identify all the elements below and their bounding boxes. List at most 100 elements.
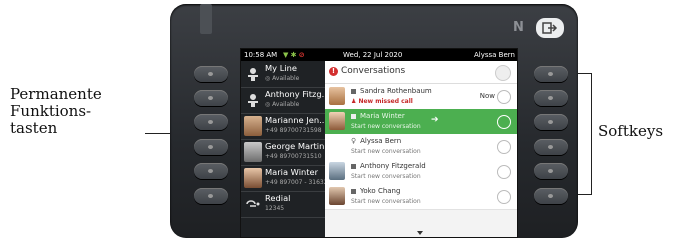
speed-dial-maria[interactable]: Maria Winter +49 897007 - 31632 — [241, 165, 328, 192]
contact-icon — [351, 163, 356, 169]
function-key-4[interactable] — [194, 139, 228, 155]
speed-dial-name: Marianne Jen.. — [265, 115, 325, 125]
phone-display: 10:58 AM ▼ ✱ ⊘ Wed, 22 Jul 2020 Alyssa B… — [240, 48, 518, 238]
function-key-3[interactable] — [194, 114, 228, 130]
brand-logo-icon: N — [513, 20, 524, 35]
speed-dial-name: George Martin — [265, 141, 325, 151]
bracket-right-vertical — [591, 73, 592, 194]
status-user: Alyssa Bern — [474, 51, 515, 59]
function-key-labels: My Line ◎ Available Anthony Fitzg.. ◎ Av… — [241, 61, 328, 237]
contact-icon — [351, 88, 356, 94]
conversation-row-alyssa[interactable]: ♀ Alyssa Bern Start new conversation — [325, 134, 517, 160]
conversations-title: Conversations — [341, 66, 406, 76]
softkey-3[interactable] — [534, 114, 568, 130]
alert-icon: ! — [329, 67, 338, 76]
missed-call-text: New missed call — [358, 98, 413, 105]
conversation-name-text: Maria Winter — [360, 112, 405, 120]
conversation-sub: Start new conversation — [351, 148, 421, 155]
callout-softkeys: Softkeys — [598, 122, 664, 140]
bracket-right-bottom — [578, 194, 592, 195]
conversations-header: ! Conversations — [325, 61, 517, 84]
softkey-4[interactable] — [534, 139, 568, 155]
conversation-name: Sandra Rothenbaum — [351, 87, 432, 95]
line-key-name: My Line — [265, 63, 297, 73]
presence-text: Available — [272, 75, 300, 82]
logout-button[interactable] — [536, 18, 564, 38]
speed-dial-number: +49 897007 - 31632 — [265, 179, 328, 186]
callout-line-1: Permanente — [10, 85, 102, 103]
exit-arrow-icon — [542, 22, 558, 34]
softkey-5[interactable] — [534, 163, 568, 179]
line-key-status: ◎ Available — [265, 101, 300, 108]
avatar — [329, 87, 345, 105]
status-bar: 10:58 AM ▼ ✱ ⊘ Wed, 22 Jul 2020 Alyssa B… — [241, 49, 517, 61]
line-key-status: ◎ Available — [265, 75, 300, 82]
conversation-row-anthony[interactable]: Anthony Fitzgerald Start new conversatio… — [325, 159, 517, 185]
bracket-right-top — [578, 73, 592, 74]
conversation-sub: Start new conversation — [351, 198, 421, 205]
softkey-2[interactable] — [534, 90, 568, 106]
redial-icon — [246, 200, 260, 207]
call-button[interactable] — [497, 140, 511, 154]
conversation-name-text: Alyssa Bern — [360, 137, 402, 145]
callout-line-2: Funktions- — [10, 102, 92, 120]
call-button[interactable] — [497, 90, 511, 104]
conversation-row-yoko[interactable]: Yoko Chang Start new conversation — [325, 184, 517, 210]
speed-dial-name: Maria Winter — [265, 167, 319, 177]
conversation-sub: Start new conversation — [351, 123, 421, 130]
speed-dial-number: +49 89700731510 — [265, 153, 322, 160]
line-icon — [248, 68, 258, 81]
contact-icon — [351, 113, 356, 119]
redial-label: Redial — [265, 193, 291, 203]
phone-top-stripe — [200, 4, 212, 34]
avatar — [244, 168, 262, 188]
conversations-pane: ! Conversations Sandra Rothenbaum ♟ New … — [325, 61, 517, 237]
arrow-right-icon: ➔ — [431, 115, 439, 125]
avatar — [244, 142, 262, 162]
bracket-left-pointer — [145, 133, 170, 134]
conversation-name: Anthony Fitzgerald — [351, 162, 426, 170]
line-key-my-line[interactable]: My Line ◎ Available — [241, 61, 325, 88]
callout-line-3: tasten — [10, 119, 58, 137]
function-key-2[interactable] — [194, 90, 228, 106]
avatar — [329, 112, 345, 130]
call-button[interactable] — [497, 165, 511, 179]
line-key-anthony[interactable]: Anthony Fitzg.. ◎ Available — [241, 87, 327, 114]
conversation-row-maria[interactable]: Maria Winter Start new conversation ➔ — [325, 109, 517, 135]
softkey-6[interactable] — [534, 188, 568, 204]
redial-key[interactable]: Redial 12345 — [241, 191, 325, 218]
conversation-name: Maria Winter — [351, 112, 405, 120]
callout-permanent-function-keys: Permanente Funktions- tasten — [10, 86, 170, 137]
conversation-name-text: Yoko Chang — [360, 187, 401, 195]
conversation-name: Yoko Chang — [351, 187, 400, 195]
contact-icon — [351, 188, 356, 194]
speed-dial-george[interactable]: George Martin +49 89700731510 — [241, 139, 325, 166]
status-time: 10:58 AM — [244, 51, 278, 59]
redial-number: 12345 — [265, 205, 285, 212]
conversation-sub: Start new conversation — [351, 173, 421, 180]
function-key-6[interactable] — [194, 188, 228, 204]
status-date: Wed, 22 Jul 2020 — [343, 51, 403, 59]
softkey-1[interactable] — [534, 66, 568, 82]
conversation-time: Now — [479, 92, 495, 100]
function-key-1[interactable] — [194, 66, 228, 82]
line-key-name: Anthony Fitzg.. — [265, 89, 327, 99]
conversation-name: ♀ Alyssa Bern — [351, 137, 402, 145]
avatar — [244, 116, 262, 136]
status-icons: ▼ ✱ ⊘ — [283, 51, 305, 59]
missed-call-label: ♟ New missed call — [351, 98, 413, 105]
line-icon — [248, 94, 258, 107]
function-key-5[interactable] — [194, 163, 228, 179]
avatar — [329, 162, 345, 180]
call-button[interactable] — [497, 190, 511, 204]
avatar — [329, 187, 345, 205]
scroll-down-icon[interactable] — [417, 231, 423, 235]
conversation-name-text: Sandra Rothenbaum — [360, 87, 432, 95]
conversation-row-sandra[interactable]: Sandra Rothenbaum ♟ New missed call Now — [325, 84, 517, 110]
conversation-name-text: Anthony Fitzgerald — [360, 162, 426, 170]
speed-dial-marianne[interactable]: Marianne Jen.. +49 89700731598 — [241, 113, 325, 140]
presence-text: Available — [272, 101, 300, 108]
search-icon[interactable] — [495, 65, 511, 81]
speed-dial-number: +49 89700731598 — [265, 127, 322, 134]
call-button[interactable] — [497, 115, 511, 129]
